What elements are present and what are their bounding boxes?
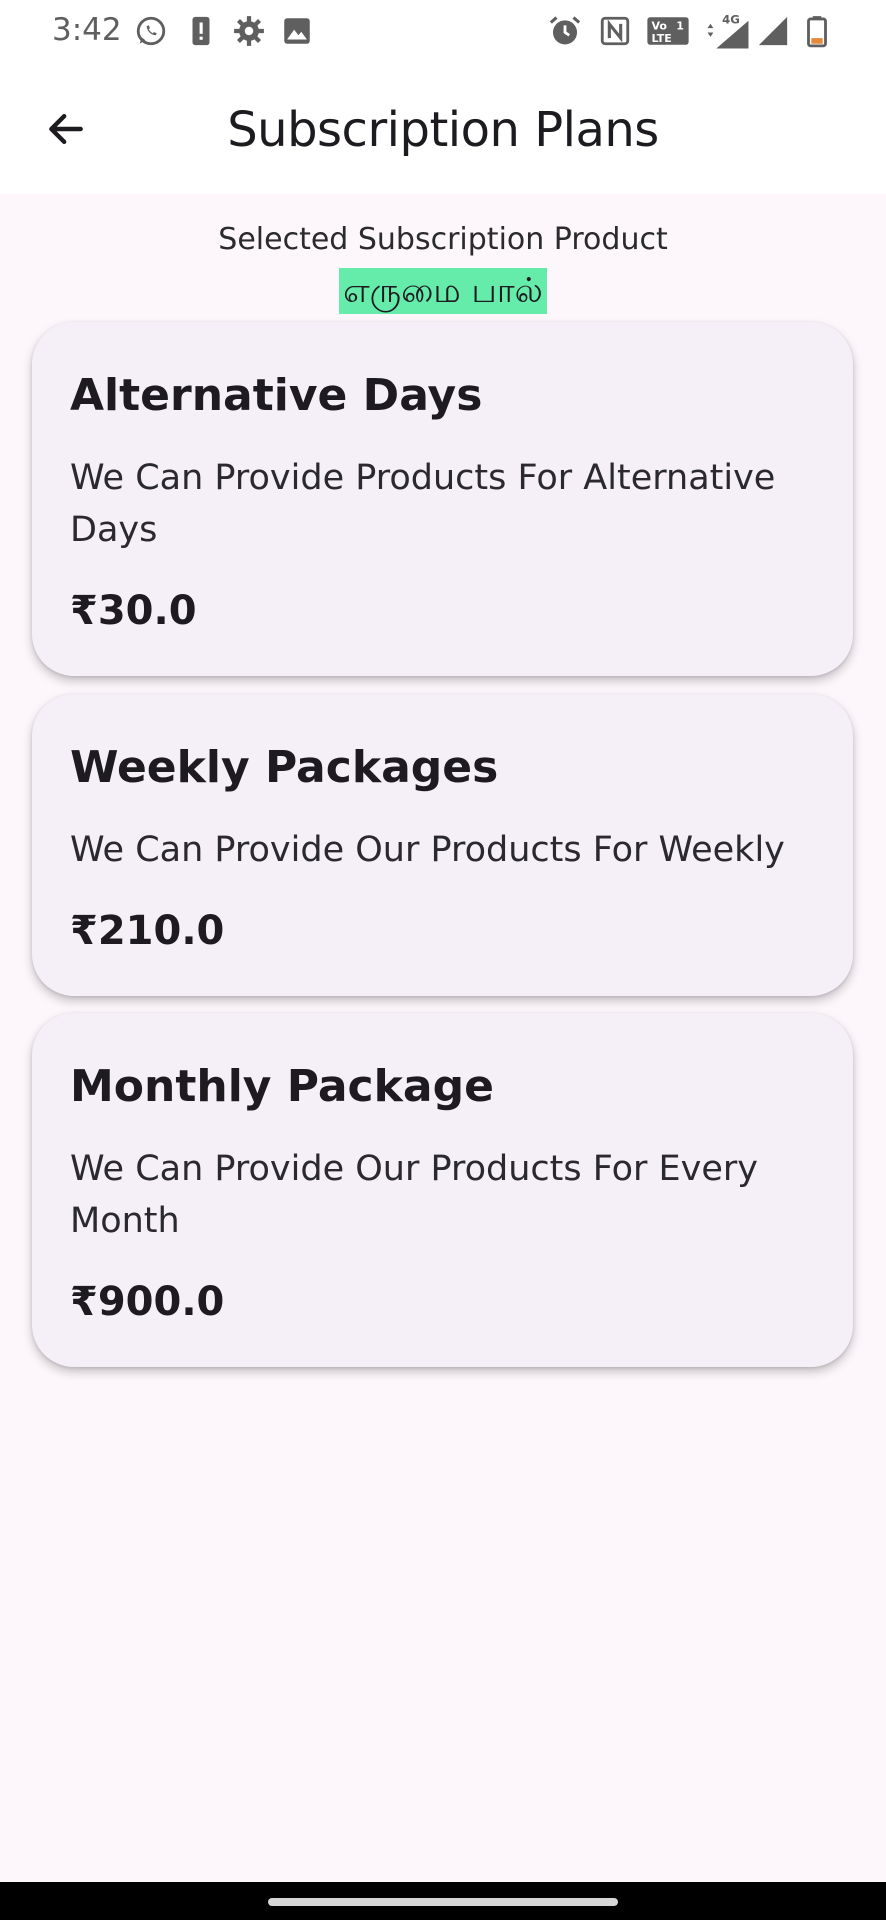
- image-icon: [284, 18, 310, 44]
- plan-description: We Can Provide Products For Alternative …: [70, 458, 776, 550]
- system-nav-bar: [0, 1882, 886, 1920]
- battery-icon: [807, 16, 827, 48]
- selected-product-label: Selected Subscription Product: [218, 222, 668, 257]
- plan-card-alternative-days[interactable]: Alternative Days We Can Provide Products…: [32, 322, 853, 676]
- plan-price: ₹30.0: [70, 588, 197, 634]
- plan-title: Monthly Package: [70, 1061, 494, 1112]
- settings-icon: [234, 16, 264, 46]
- status-time: 3:42: [52, 12, 122, 48]
- whatsapp-icon: [136, 16, 166, 46]
- selected-product-name: எருமை பால்: [339, 268, 547, 314]
- home-indicator[interactable]: [268, 1898, 618, 1906]
- signal-icon: [758, 16, 788, 46]
- plan-card-weekly-packages[interactable]: Weekly Packages We Can Provide Our Produ…: [32, 694, 853, 996]
- plan-price: ₹900.0: [70, 1279, 225, 1325]
- plan-description: We Can Provide Our Products For Every Mo…: [70, 1149, 759, 1241]
- nfc-icon: [600, 16, 630, 46]
- plan-card-monthly-package[interactable]: Monthly Package We Can Provide Our Produ…: [32, 1013, 853, 1367]
- plan-price: ₹210.0: [70, 908, 225, 954]
- data-4g-icon: 4G: [707, 13, 749, 49]
- plan-title: Alternative Days: [70, 370, 483, 421]
- alarm-icon: [549, 16, 581, 45]
- status-bar: 3:42 Vo LTE 1 4G: [0, 0, 886, 64]
- plan-title: Weekly Packages: [70, 742, 499, 793]
- plan-description: We Can Provide Our Products For Weekly: [70, 830, 785, 870]
- volte-icon: Vo LTE 1: [647, 17, 689, 45]
- svg-text:LTE: LTE: [652, 32, 672, 45]
- alert-icon: [192, 16, 210, 46]
- page-title: Subscription Plans: [227, 102, 659, 158]
- svg-text:1: 1: [676, 20, 684, 33]
- selected-product: எருமை பால்: [0, 268, 886, 314]
- svg-text:4G: 4G: [722, 13, 740, 27]
- svg-text:Vo: Vo: [652, 20, 668, 33]
- app-bar: Subscription Plans: [0, 64, 886, 194]
